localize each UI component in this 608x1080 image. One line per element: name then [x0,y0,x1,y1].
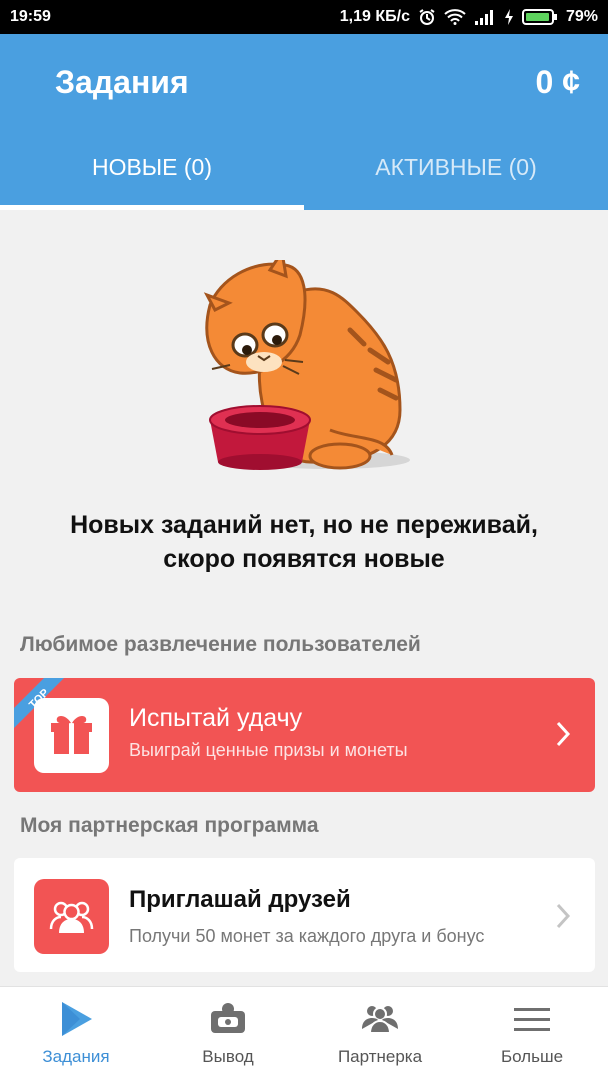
nav-withdraw[interactable]: Вывод [152,987,304,1080]
signal-icon [474,9,496,25]
menu-icon [512,999,552,1039]
status-right-group: 1,19 КБ/с 79% [340,8,598,26]
sad-cat-illustration [190,248,420,480]
battery-percent: 79% [565,8,598,25]
nav-partners-label: Партнерка [337,1047,423,1066]
page-title: Задания [55,64,189,100]
people-icon [34,879,109,954]
nav-tasks-label: Задания [42,1047,110,1066]
network-speed: 1,19 КБ/с [339,8,410,25]
invite-friends-card[interactable]: Приглашай друзей Получи 50 монет за кажд… [14,858,595,972]
wallet-icon [208,999,248,1039]
nav-withdraw-label: Вывод [202,1047,254,1066]
alarm-icon [418,8,436,26]
try-luck-subtitle: Выиграй ценные призы и монеты [129,740,408,760]
status-time: 19:59 [10,8,51,25]
wifi-icon [444,9,466,25]
section-partner-label: Моя партнерская программа [20,814,319,837]
empty-state-line2: скоро появятся новые [163,545,445,573]
partners-icon [360,999,400,1039]
invite-subtitle: Получи 50 монет за каждого друга и бонус [129,926,485,946]
chevron-right-icon [555,902,571,935]
try-luck-title: Испытай удачу [129,704,303,732]
empty-state-message: Новых заданий нет, но не переживай, скор… [0,508,608,576]
tab-active[interactable]: АКТИВНЫЕ (0) [304,154,608,181]
battery-icon [521,9,558,25]
nav-more-label: Больше [500,1047,564,1066]
status-bar: 19:59 1,19 КБ/с 79% [0,0,608,34]
nav-partners[interactable]: Партнерка [304,987,456,1080]
tab-new[interactable]: НОВЫЕ (0) [0,154,304,181]
balance[interactable]: 0 ¢ [536,64,580,101]
charging-icon [504,9,514,25]
nav-tasks[interactable]: Задания [0,987,152,1080]
chevron-right-icon [555,720,571,753]
tab-indicator [0,205,304,210]
play-icon [56,999,96,1039]
section-favorite-label: Любимое развлечение пользователей [20,633,421,656]
app-bar: Задания 0 ¢ НОВЫЕ (0) АКТИВНЫЕ (0) [0,34,608,210]
gift-icon [34,698,109,773]
try-luck-card[interactable]: TOP Испытай удачу Выиграй ценные призы и… [14,678,595,792]
invite-title: Приглашай друзей [129,886,351,913]
empty-state-line1: Новых заданий нет, но не переживай, [70,511,538,539]
nav-more[interactable]: Больше [456,987,608,1080]
bottom-navigation: Задания Вывод Партнерка Больше [0,986,608,1080]
